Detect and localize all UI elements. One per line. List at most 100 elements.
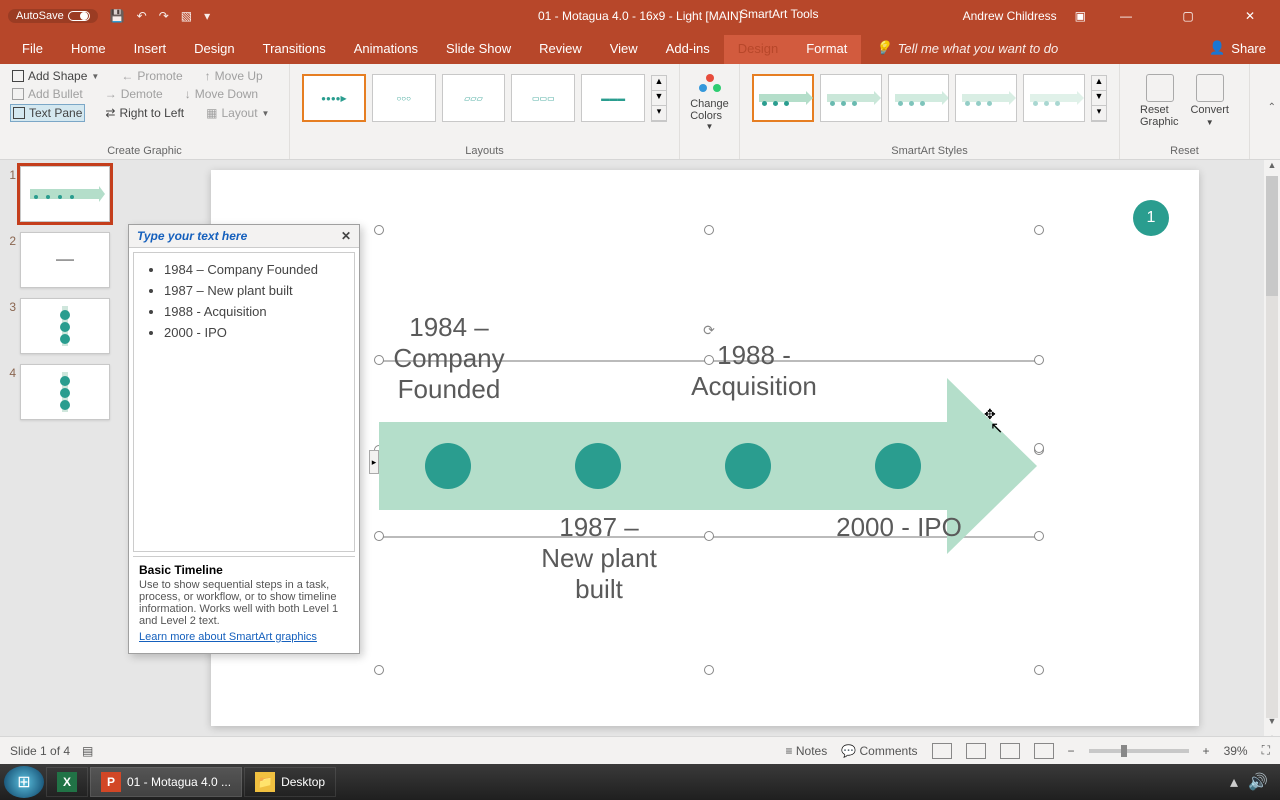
style-option-5[interactable]: [1023, 74, 1085, 122]
text-pane-toggle-tab[interactable]: ▸: [369, 450, 379, 474]
tab-file[interactable]: File: [8, 35, 57, 64]
tab-addins[interactable]: Add-ins: [652, 35, 724, 64]
tab-smartart-format[interactable]: Format: [792, 35, 861, 64]
redo-icon[interactable]: ↷: [159, 9, 169, 23]
qat-more-icon[interactable]: ▾: [204, 9, 210, 23]
timeline-label-4[interactable]: 2000 - IPO: [824, 512, 974, 543]
timeline-label-2[interactable]: 1987 –New plantbuilt: [534, 512, 664, 606]
layout-option-2[interactable]: ○○○: [372, 74, 436, 122]
timeline-node-2[interactable]: [575, 443, 621, 489]
share-icon: 👤: [1209, 40, 1225, 56]
right-to-left-button[interactable]: ⇄ Right to Left: [103, 104, 186, 122]
autosave-toggle[interactable]: AutoSave: [8, 9, 98, 23]
tab-insert[interactable]: Insert: [120, 35, 181, 64]
collapse-ribbon-icon[interactable]: ⌃: [1268, 102, 1276, 113]
vertical-scrollbar[interactable]: ▲ ▼▴▾: [1264, 160, 1280, 764]
text-pane-button[interactable]: Text Pane: [10, 104, 85, 122]
view-normal-icon[interactable]: [932, 743, 952, 759]
smartart-selection[interactable]: ▸ ⟳ 1984: [379, 230, 1039, 670]
tab-slideshow[interactable]: Slide Show: [432, 35, 525, 64]
task-powerpoint[interactable]: P01 - Motagua 4.0 ...: [90, 767, 242, 797]
zoom-percent[interactable]: 39%: [1224, 744, 1248, 758]
slideshow-qat-icon[interactable]: ▧: [181, 9, 192, 23]
text-pane-item[interactable]: 2000 - IPO: [164, 322, 350, 343]
demote-button[interactable]: → Demote: [103, 86, 165, 102]
text-pane-footer-title: Basic Timeline: [139, 563, 349, 577]
reset-graphic-button[interactable]: Reset Graphic: [1140, 74, 1180, 128]
ribbon-tabs: File Home Insert Design Transitions Anim…: [0, 32, 1280, 64]
ribbon-display-icon[interactable]: ▣: [1075, 9, 1086, 23]
layout-option-4[interactable]: ▭▭▭: [511, 74, 575, 122]
layout-option-5[interactable]: ▬▬▬: [581, 74, 645, 122]
zoom-slider[interactable]: [1089, 749, 1189, 753]
text-pane-item[interactable]: 1987 – New plant built: [164, 280, 350, 301]
slide-thumb-3[interactable]: [20, 298, 110, 354]
promote-button[interactable]: ← Promote: [119, 68, 184, 84]
view-slideshow-icon[interactable]: [1034, 743, 1054, 759]
slide-counter: Slide 1 of 4: [10, 744, 70, 758]
smartart-text-pane[interactable]: Type your text here ✕ 1984 – Company Fou…: [128, 224, 360, 654]
fit-to-window-icon[interactable]: ⛶: [1262, 743, 1270, 758]
styles-scroll[interactable]: ▲▼▾: [1091, 75, 1107, 122]
add-shape-button[interactable]: Add Shape▼: [10, 68, 101, 84]
spellcheck-icon[interactable]: ▤: [82, 744, 93, 758]
tab-home[interactable]: Home: [57, 35, 120, 64]
layouts-scroll[interactable]: ▲▼▾: [651, 75, 667, 122]
comments-button[interactable]: 💬 Comments: [841, 744, 917, 758]
tell-me-search[interactable]: 💡Tell me what you want to do: [861, 34, 1072, 64]
layout-option-3[interactable]: ▱▱▱: [442, 74, 506, 122]
tab-review[interactable]: Review: [525, 35, 596, 64]
tab-design[interactable]: Design: [180, 35, 248, 64]
style-option-1[interactable]: [752, 74, 814, 122]
slide-thumb-4[interactable]: [20, 364, 110, 420]
style-option-4[interactable]: [955, 74, 1017, 122]
tray-sound-icon[interactable]: 🔊: [1248, 772, 1268, 792]
timeline-node-4[interactable]: [875, 443, 921, 489]
timeline-node-1[interactable]: [425, 443, 471, 489]
text-pane-close-icon[interactable]: ✕: [341, 229, 351, 243]
text-pane-learn-more-link[interactable]: Learn more about SmartArt graphics: [139, 631, 317, 643]
rotate-handle-icon[interactable]: ⟳: [703, 322, 715, 339]
convert-button[interactable]: Convert▼: [1190, 74, 1229, 128]
undo-icon[interactable]: ↶: [137, 9, 147, 23]
zoom-in-icon[interactable]: +: [1203, 744, 1210, 758]
view-sorter-icon[interactable]: [966, 743, 986, 759]
move-down-button[interactable]: ↓ Move Down: [183, 86, 260, 102]
tab-animations[interactable]: Animations: [340, 35, 432, 64]
style-option-3[interactable]: [888, 74, 950, 122]
view-reading-icon[interactable]: [1000, 743, 1020, 759]
maximize-button[interactable]: ▢: [1166, 0, 1210, 32]
group-smartart-styles: SmartArt Styles: [740, 145, 1119, 157]
slide-thumb-2[interactable]: ▬▬▬: [20, 232, 110, 288]
change-colors-button[interactable]: Change Colors▼: [690, 68, 729, 145]
ribbon: Add Shape▼ ← Promote ↑ Move Up Add Bulle…: [0, 64, 1280, 160]
layout-button[interactable]: ▦ Layout▼: [204, 104, 271, 122]
close-button[interactable]: ✕: [1228, 0, 1272, 32]
start-button[interactable]: ⊞: [4, 766, 44, 798]
tab-view[interactable]: View: [596, 35, 652, 64]
timeline-node-3[interactable]: [725, 443, 771, 489]
minimize-button[interactable]: —: [1104, 0, 1148, 32]
text-pane-item[interactable]: 1984 – Company Founded: [164, 259, 350, 280]
add-bullet-button[interactable]: Add Bullet: [10, 86, 85, 102]
style-option-2[interactable]: [820, 74, 882, 122]
user-name[interactable]: Andrew Childress: [963, 9, 1057, 23]
notes-button[interactable]: ≡ Notes: [786, 744, 828, 758]
save-icon[interactable]: 💾: [110, 9, 125, 23]
slide-thumb-1[interactable]: [20, 166, 110, 222]
timeline-label-1[interactable]: 1984 –CompanyFounded: [389, 312, 509, 406]
thumb-number: 3: [4, 298, 16, 314]
layout-basic-timeline[interactable]: ●●●●▶: [302, 74, 366, 122]
system-tray[interactable]: ▴🔊: [1222, 772, 1276, 792]
text-pane-item[interactable]: 1988 - Acquisition: [164, 301, 350, 322]
task-excel[interactable]: X: [46, 767, 88, 797]
tray-chevron-icon[interactable]: ▴: [1230, 772, 1238, 792]
move-up-button[interactable]: ↑ Move Up: [203, 68, 265, 84]
timeline-label-3[interactable]: 1988 -Acquisition: [679, 340, 829, 402]
tab-transitions[interactable]: Transitions: [249, 35, 340, 64]
zoom-out-icon[interactable]: −: [1068, 744, 1075, 758]
task-desktop-folder[interactable]: 📁Desktop: [244, 767, 336, 797]
share-button[interactable]: 👤Share: [1195, 34, 1280, 64]
text-pane-list[interactable]: 1984 – Company Founded 1987 – New plant …: [133, 252, 355, 552]
tab-smartart-design[interactable]: Design: [724, 35, 792, 64]
